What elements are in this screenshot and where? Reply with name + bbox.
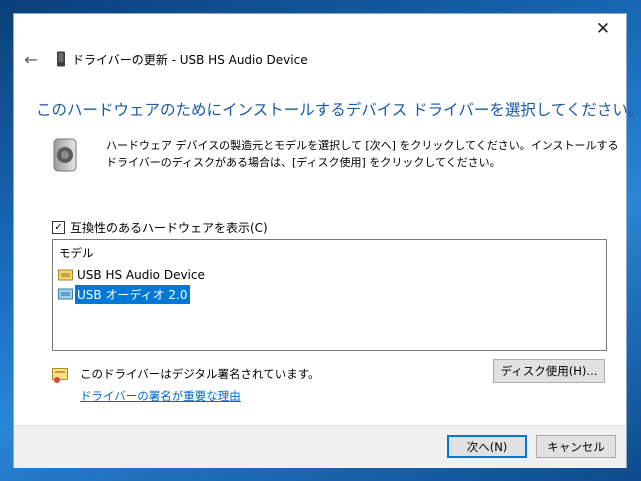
device-icon [57,51,65,67]
checkmark-icon: ✓ [54,221,63,233]
model-column-header: モデル [59,246,94,260]
driver-icon [58,288,73,299]
cancel-button[interactable]: キャンセル [536,435,616,458]
driver-icon [58,269,73,280]
model-list[interactable]: モデル USB HS Audio Device USB オーディオ 2.0 [52,239,607,351]
page-heading: このハードウェアのためにインストールするデバイス ドライバーを選択してください。 [36,101,641,119]
list-item-label: USB HS Audio Device [77,268,205,282]
compatible-hardware-label: 互換性のあるハードウェアを表示(C) [70,221,268,235]
dialog-footer: 次へ(N) キャンセル [14,425,626,468]
next-button[interactable]: 次へ(N) [447,435,527,458]
dialog-title: ドライバーの更新 - USB HS Audio Device [72,53,308,67]
certificate-icon [52,368,68,383]
have-disk-button[interactable]: ディスク使用(H)... [493,359,605,383]
list-item-label: USB オーディオ 2.0 [75,284,190,304]
close-button[interactable]: ✕ [580,14,626,44]
speaker-icon [53,138,77,172]
update-driver-dialog: ✕ ← ドライバーの更新 - USB HS Audio Device このハード… [13,13,641,468]
back-button[interactable]: ← [19,48,43,70]
signature-importance-link[interactable]: ドライバーの署名が重要な理由 [80,388,241,404]
instruction-text: ハードウェア デバイスの製造元とモデルを選択して [次へ] をクリックしてくださ… [106,139,619,169]
digital-signature-text: このドライバーはデジタル署名されています。 [80,367,320,381]
compatible-hardware-toggle[interactable]: ✓ 互換性のあるハードウェアを表示(C) [52,219,268,236]
list-item[interactable]: USB オーディオ 2.0 [58,284,190,304]
header-divider [53,264,606,265]
back-arrow-icon: ← [24,49,38,69]
list-item[interactable]: USB HS Audio Device [58,266,207,284]
compatible-hardware-checkbox[interactable]: ✓ [52,221,65,234]
